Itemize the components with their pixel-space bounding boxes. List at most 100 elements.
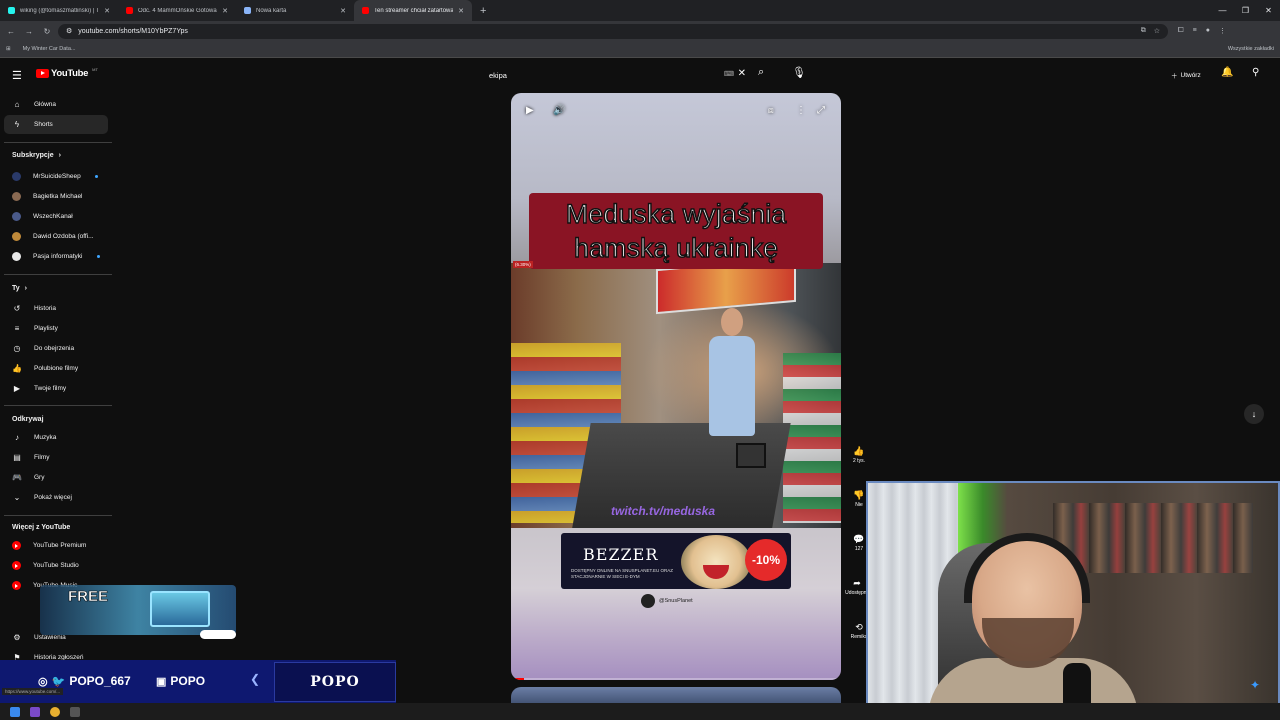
browser-tab-4-active[interactable]: Ten streamer chciał zatartowa ✕ [354, 0, 472, 21]
sidebar-item-show-more[interactable]: ⌄ Pokaż więcej [4, 488, 108, 507]
sidebar-item-shorts[interactable]: ϟ Shorts [4, 115, 108, 134]
sidebar-item-label: YouTube Premium [33, 542, 87, 549]
sidebar-item-playlists[interactable]: ≡ Playlisty [4, 319, 108, 338]
clear-search-icon[interactable]: ✕ [738, 68, 746, 79]
notifications-bell-icon[interactable]: 🔔 [1221, 67, 1233, 78]
sidebar-item-subscription[interactable]: Pasja informatyki [4, 247, 108, 266]
instagram-icon: ◎ [38, 675, 48, 688]
tab-close-icon[interactable]: ✕ [222, 7, 228, 15]
sidebar-item-music[interactable]: ♪ Muzyka [4, 428, 108, 447]
youtube-logo[interactable]: YouTube MT [36, 67, 98, 79]
country-code: MT [92, 67, 98, 72]
tab-title: Ten streamer chciał zatartowa [374, 7, 454, 14]
more-header-label: Więcej z YouTube [12, 524, 71, 531]
you-header[interactable]: Ty › [12, 285, 27, 292]
volume-icon[interactable]: 🔊 [553, 105, 565, 116]
url-text[interactable]: youtube.com/shorts/M10YbPZ7Yps [78, 28, 188, 35]
all-bookmarks-button[interactable]: Wszystkie zakładki [1228, 46, 1274, 52]
sidebar-item-subscription[interactable]: Bagietka Michael [4, 187, 108, 206]
video-progress-bar[interactable] [511, 678, 841, 680]
short-video-player[interactable]: Meduska wyjaśnia hamską ukrainkę (6.30%)… [511, 93, 841, 680]
plus-icon: ＋ [1171, 73, 1178, 80]
media-controls-icon[interactable]: ≡ [1193, 27, 1197, 35]
sidebar-item-history[interactable]: ↺ Historia [4, 299, 108, 318]
tab-close-icon[interactable]: ✕ [340, 7, 346, 15]
search-input[interactable]: ekipa ⌨ ✕ [480, 64, 752, 86]
sidebar-item-your-videos[interactable]: ▶ Twoje filmy [4, 379, 108, 398]
like-button[interactable]: 👍 2 tys. [848, 444, 870, 464]
site-info-icon[interactable]: ⚙ [66, 27, 72, 35]
sidebar-item-watch-later[interactable]: ◷ Do obejrzenia [4, 339, 108, 358]
keyboard-icon[interactable]: ⌨ [724, 70, 734, 78]
gaming-icon: 🎮 [12, 473, 22, 482]
browser-tab-1[interactable]: wiking (@tomaszmatlinski) | Tik ✕ [0, 0, 118, 21]
social-handle-text: POPO_667 [69, 674, 131, 688]
thumbs-up-icon: 👍 [12, 364, 22, 373]
sidebar-item-label: Bagietka Michael [33, 193, 83, 200]
ad-brand: BEZZER [583, 545, 659, 564]
bookmark-item[interactable]: My Winter Car Data... [23, 46, 76, 52]
sidebar-item-label: MrSuicideSheep [33, 173, 81, 180]
hamburger-menu-icon[interactable]: ☰ [12, 69, 22, 82]
sponsor-handle: @SnusPlanet [659, 598, 693, 604]
new-tab-button[interactable]: + [472, 5, 494, 17]
like-count: 2 tys. [853, 458, 865, 464]
profile-icon[interactable]: ● [1206, 27, 1210, 35]
sidebar-item-subscription[interactable]: Dawid Ozdoba (offi... [4, 227, 108, 246]
sidebar-item-subscription[interactable]: MrSuicideSheep [4, 167, 108, 186]
taskbar-app-icon[interactable] [30, 706, 40, 717]
account-avatar-icon[interactable]: ⚲ [1252, 67, 1262, 80]
sidebar-item-label: Dawid Ozdoba (offi... [33, 233, 94, 240]
sidebar-item-youtube-studio[interactable]: YouTube Studio [4, 556, 108, 575]
sidebar-item-subscription[interactable]: WszechKanał [4, 207, 108, 226]
ad-sponsor: @SnusPlanet [641, 594, 693, 608]
start-icon[interactable] [10, 706, 20, 717]
play-icon[interactable]: ▶ [526, 105, 534, 116]
taskbar-app-icon[interactable] [70, 706, 80, 717]
search-input-value[interactable]: ekipa [489, 71, 507, 80]
forward-icon[interactable]: → [22, 27, 36, 36]
sidebar-item-liked[interactable]: 👍 Polubione filmy [4, 359, 108, 378]
reload-icon[interactable]: ↻ [40, 27, 54, 36]
minimize-icon[interactable]: — [1211, 0, 1234, 21]
explore-header-label: Odkrywaj [12, 416, 44, 423]
omnibox[interactable]: ⚙ youtube.com/shorts/M10YbPZ7Yps ⧉ ☆ [58, 23, 1168, 39]
search-icon[interactable]: ⌕ [758, 66, 764, 79]
apps-grid-icon[interactable]: ⊞ [6, 46, 11, 52]
youtube-masthead: ☰ YouTube MT ekipa ⌨ ✕ ⌕ 🎙 ＋ Utwórz 🔔 ⚲ [0, 60, 1280, 90]
sidebar-item-gaming[interactable]: 🎮 Gry [4, 468, 108, 487]
video-caption: Meduska wyjaśnia hamską ukrainkę [565, 198, 787, 264]
install-app-icon[interactable]: ⧉ [1141, 27, 1146, 35]
sidebar-item-label: Do obejrzenia [34, 345, 75, 352]
extensions-icon[interactable]: ⧠ [1178, 27, 1184, 35]
video-frame-shelves-right [783, 353, 841, 523]
back-icon[interactable]: ← [4, 27, 18, 36]
address-bar-row: ← → ↻ ⚙ youtube.com/shorts/M10YbPZ7Yps ⧉… [0, 21, 1280, 41]
explore-header: Odkrywaj [12, 416, 44, 423]
restore-icon[interactable]: ❐ [1234, 0, 1257, 21]
sidebar-item-home[interactable]: ⌂ Główna [4, 95, 108, 114]
fullscreen-icon[interactable]: ⤢ [817, 105, 825, 116]
channel-avatar [12, 172, 21, 181]
browser-tab-2[interactable]: Odc. 4 MammOńskie Gotowan ✕ [118, 0, 236, 21]
chrome-icon[interactable] [50, 706, 60, 717]
twitter-icon: 🐦 [51, 675, 66, 688]
create-label: Utwórz [1180, 71, 1201, 79]
browser-tab-3[interactable]: Nowa karta ✕ [236, 0, 354, 21]
bookmark-star-icon[interactable]: ☆ [1154, 27, 1160, 35]
browser-menu-icon[interactable]: ⋮ [1219, 27, 1226, 35]
next-short-arrow-icon[interactable]: ↓ [1244, 404, 1264, 424]
divider [4, 142, 112, 143]
microphone-icon[interactable]: 🎙 [792, 66, 806, 79]
captions-icon[interactable]: ⧈ [768, 105, 774, 116]
channel-avatar [12, 232, 21, 241]
tab-close-icon[interactable]: ✕ [104, 7, 110, 15]
tab-close-icon[interactable]: ✕ [458, 7, 464, 15]
subscriptions-header[interactable]: Subskrypcje › [12, 152, 61, 159]
more-options-icon[interactable]: ⋮ [796, 105, 806, 116]
free-promo-title: FREE [68, 588, 109, 606]
sidebar-item-youtube-premium[interactable]: YouTube Premium [4, 536, 108, 555]
close-window-icon[interactable]: ✕ [1257, 0, 1280, 21]
create-button[interactable]: ＋ Utwórz [1166, 67, 1206, 83]
sidebar-item-films[interactable]: ▤ Filmy [4, 448, 108, 467]
